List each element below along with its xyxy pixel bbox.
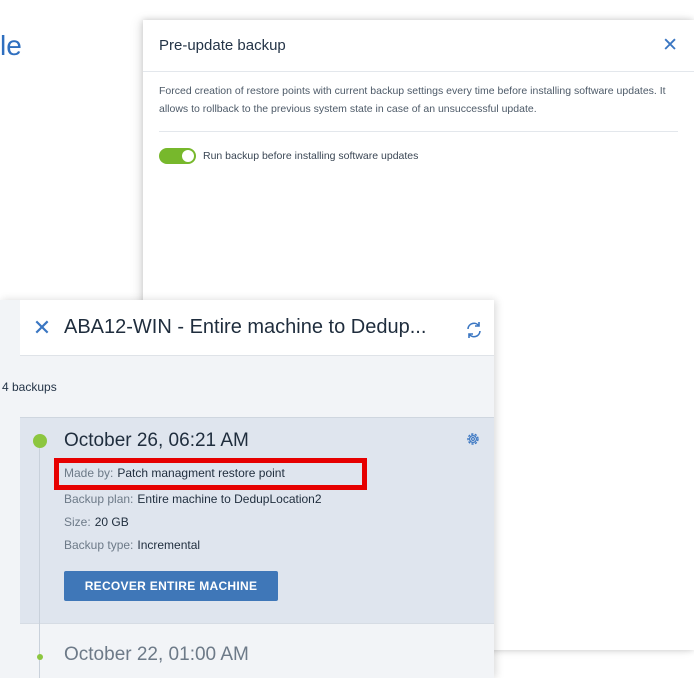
close-icon[interactable]: ✕ xyxy=(20,316,64,339)
backups-count: 4 backups xyxy=(2,380,57,394)
backup-date: October 26, 06:21 AM xyxy=(64,430,249,451)
backups-count-bar: 4 backups xyxy=(0,357,494,417)
background-heading-fragment: le xyxy=(0,30,22,61)
backups-panel: ✕ ABA12-WIN - Entire machine to Dedup...… xyxy=(0,300,494,678)
run-backup-toggle[interactable] xyxy=(159,148,196,164)
backup-type-label: Backup type: xyxy=(64,538,134,552)
backup-plan-row: Backup plan: Entire machine to DedupLocat… xyxy=(64,492,322,506)
backups-panel-header: ✕ ABA12-WIN - Entire machine to Dedup... xyxy=(20,300,494,356)
backup-toggle-row: Run backup before installing software up… xyxy=(143,132,694,164)
status-dot xyxy=(33,434,47,448)
backups-panel-title: ABA12-WIN - Entire machine to Dedup... xyxy=(64,316,427,338)
size-value: 20 GB xyxy=(94,515,129,529)
timeline-line xyxy=(39,437,40,678)
size-label: Size: xyxy=(64,515,91,529)
status-dot xyxy=(37,654,43,660)
backup-type-row: Backup type: Incremental xyxy=(64,538,200,552)
refresh-icon[interactable] xyxy=(464,320,484,340)
toggle-label: Run backup before installing software up… xyxy=(203,150,419,162)
backup-plan-value: Entire machine to DedupLocation2 xyxy=(137,492,322,506)
panel-header: Pre-update backup ✕ xyxy=(143,20,694,72)
gear-icon[interactable] xyxy=(465,431,481,447)
panel-title: Pre-update backup xyxy=(159,37,286,54)
toggle-knob xyxy=(182,150,194,162)
size-row: Size: 20 GB xyxy=(64,515,129,529)
highlight-box xyxy=(54,458,367,490)
backup-date: October 22, 01:00 AM xyxy=(64,644,249,665)
close-icon[interactable]: ✕ xyxy=(662,36,678,55)
recover-entire-machine-button[interactable]: RECOVER ENTIRE MACHINE xyxy=(64,571,278,601)
backup-type-value: Incremental xyxy=(137,538,201,552)
panel-description: Forced creation of restore points with c… xyxy=(159,82,678,132)
backup-plan-label: Backup plan: xyxy=(64,492,134,506)
